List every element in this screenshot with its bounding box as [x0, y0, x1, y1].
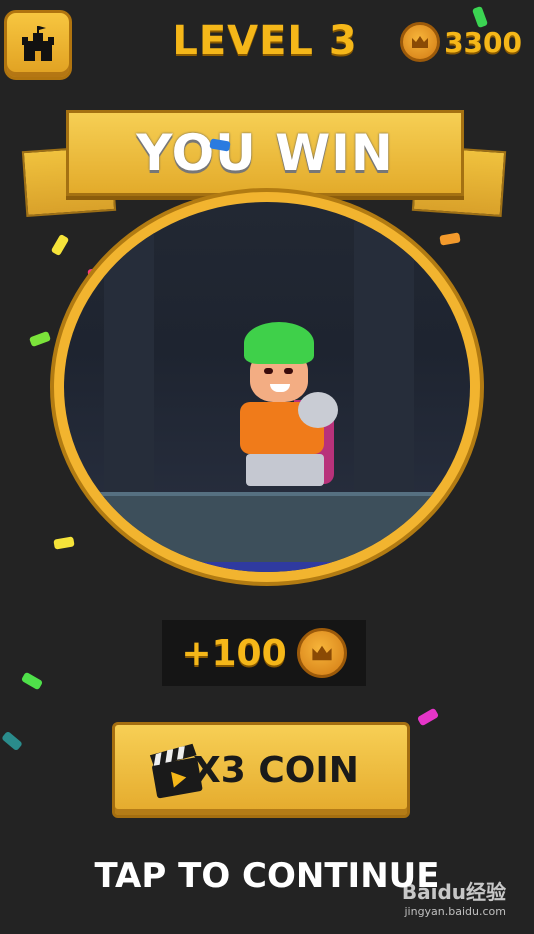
stone-floor — [64, 492, 470, 562]
reward-amount: +100 — [181, 632, 287, 674]
hero-character — [214, 322, 354, 497]
scene-background — [64, 202, 470, 572]
win-title: YOU WIN — [136, 124, 394, 182]
watermark-brand: Baidu经验 — [401, 880, 506, 904]
confetti — [439, 232, 461, 246]
confetti — [1, 730, 23, 752]
level-scene — [50, 188, 484, 586]
castle-icon — [22, 26, 54, 61]
win-banner: YOU WIN — [66, 110, 464, 196]
crown-coin-icon — [296, 628, 347, 678]
confetti — [50, 233, 70, 257]
level-title: LEVEL 3 — [172, 18, 358, 64]
crown-coin-icon — [400, 22, 441, 62]
confetti — [28, 330, 52, 348]
video-clapper-icon — [149, 743, 203, 799]
confetti — [416, 707, 440, 727]
reward-box: +100 — [162, 620, 366, 686]
watermark: Baidu经验 jingyan.baidu.com — [402, 876, 506, 918]
home-button[interactable] — [4, 10, 72, 80]
x3-coin-button[interactable]: X3 COIN — [112, 722, 410, 818]
confetti — [20, 671, 44, 691]
x3-coin-label: X3 COIN — [193, 749, 359, 791]
coin-count: 3300 — [444, 25, 522, 59]
watermark-url: jingyan.baidu.com — [404, 905, 506, 918]
coin-counter: 3300 — [400, 22, 522, 62]
